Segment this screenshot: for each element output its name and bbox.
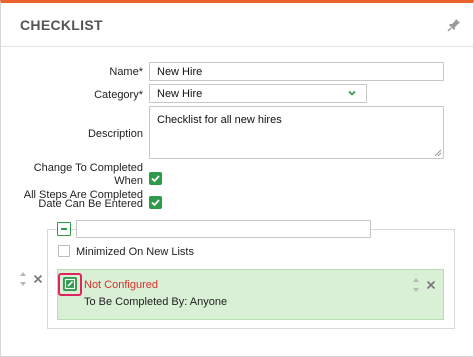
edit-highlight: [58, 273, 82, 296]
minimized-label: Minimized On New Lists: [76, 246, 194, 258]
step-name-input[interactable]: [76, 220, 371, 238]
task-status: Not Configured: [84, 279, 158, 291]
task-item: [57, 269, 444, 320]
reorder-arrows-icon[interactable]: [19, 271, 27, 287]
name-label: Name*: [109, 66, 143, 78]
category-select[interactable]: New Hire: [149, 84, 367, 103]
description-label: Description: [87, 128, 143, 140]
checkmark-icon: [151, 199, 160, 207]
checkmark-icon: [151, 175, 160, 183]
category-label: Category*: [94, 89, 143, 101]
minimized-checkbox[interactable]: [58, 245, 70, 257]
resize-handle-icon[interactable]: [434, 149, 442, 157]
description-textarea[interactable]: Checklist for all new hires: [149, 106, 444, 159]
close-icon[interactable]: [33, 274, 43, 284]
category-value: New Hire: [157, 88, 203, 100]
description-value: Checklist for all new hires: [157, 114, 282, 126]
panel-header: CHECKLIST: [1, 3, 473, 47]
panel-title: CHECKLIST: [20, 17, 103, 33]
change-to-completed-checkbox[interactable]: [149, 172, 162, 185]
pin-icon[interactable]: [447, 18, 461, 32]
task-close-icon[interactable]: [426, 280, 436, 290]
collapse-step-button[interactable]: [57, 222, 71, 236]
task-assignment: To Be Completed By: Anyone: [84, 296, 228, 308]
change-to-completed-label: Change To Completed When All Steps Are C…: [8, 162, 143, 202]
name-input[interactable]: New Hire: [149, 62, 444, 81]
task-reorder-arrows-icon[interactable]: [412, 277, 420, 293]
change-to-completed-label-line1: Change To Completed When: [33, 162, 143, 187]
date-can-be-entered-checkbox[interactable]: [149, 196, 162, 209]
chevron-down-icon: [348, 90, 356, 96]
date-can-be-entered-label: Date Can Be Entered: [38, 198, 143, 210]
